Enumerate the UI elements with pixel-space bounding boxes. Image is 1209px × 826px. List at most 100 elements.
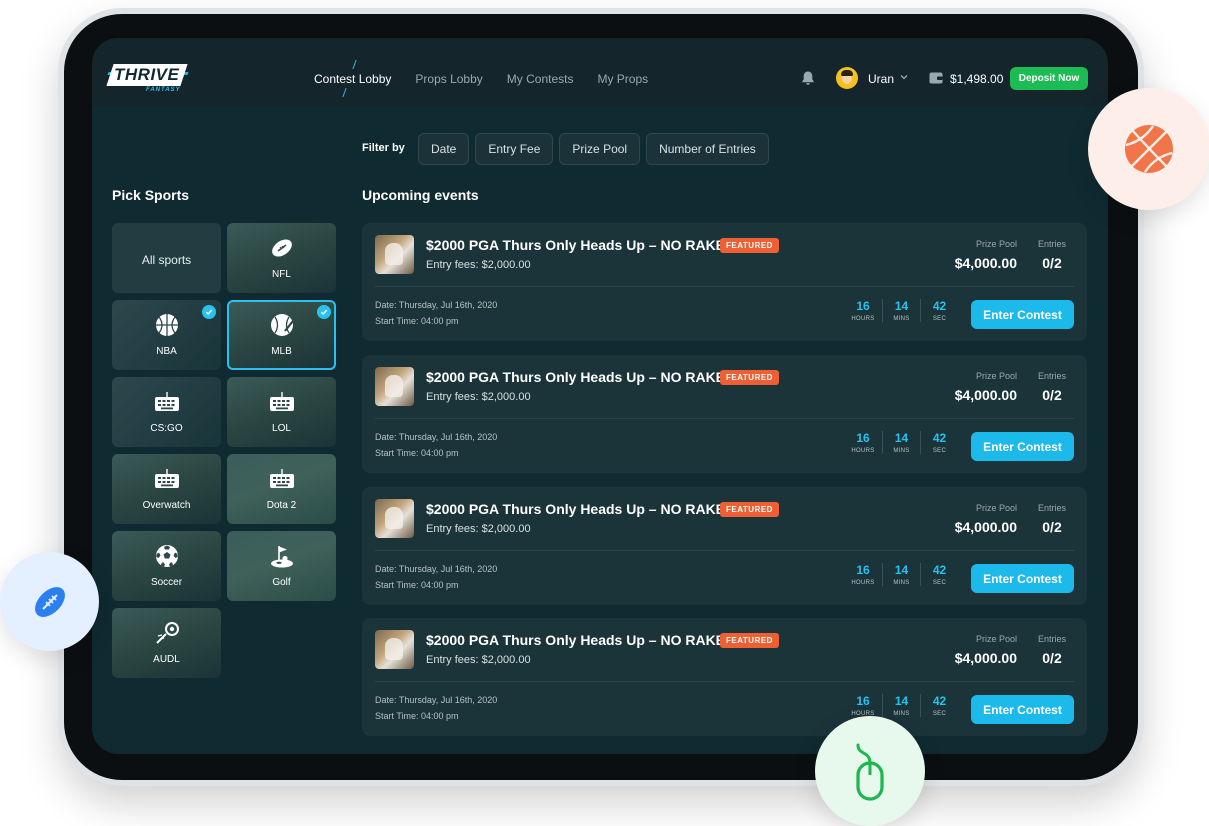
- event-date: Date: Thursday, Jul 16th, 2020: [375, 564, 498, 574]
- sport-tile-label: LOL: [272, 423, 291, 434]
- enter-contest-button[interactable]: Enter Contest: [971, 564, 1074, 593]
- sport-tile-nfl[interactable]: NFL: [227, 223, 336, 293]
- filter-date-button[interactable]: Date: [418, 133, 470, 165]
- countdown-mins: 14 MINS: [882, 694, 920, 717]
- sport-tile-mlb[interactable]: MLB: [227, 300, 336, 370]
- countdown-mins: 14 MINS: [882, 431, 920, 454]
- upcoming-events-heading: Upcoming events: [362, 187, 479, 203]
- sport-tile-csgo[interactable]: CS:GO: [112, 377, 221, 447]
- event-card: $2000 PGA Thurs Only Heads Up – NO RAKE …: [362, 618, 1087, 736]
- countdown-mins: 14 MINS: [882, 563, 920, 586]
- football-icon: [271, 239, 292, 257]
- countdown-unit: SEC: [932, 448, 947, 454]
- event-title[interactable]: $2000 PGA Thurs Only Heads Up – NO RAKE: [426, 369, 725, 385]
- event-title[interactable]: $2000 PGA Thurs Only Heads Up – NO RAKE: [426, 237, 725, 253]
- entry-fee: Entry fees: $2,000.00: [426, 259, 531, 271]
- chevron-down-icon[interactable]: [900, 73, 908, 81]
- prize-pool-value: $4,000.00: [954, 255, 1017, 271]
- entry-fee: Entry fees: $2,000.00: [426, 391, 531, 403]
- sport-tile-label: All sports: [141, 253, 192, 267]
- thrive-fantasy-logo[interactable]: THRIVE FANTASY: [106, 64, 189, 96]
- card-divider: [375, 418, 1074, 419]
- deposit-now-button[interactable]: Deposit Now: [1010, 67, 1088, 90]
- countdown-hours: 16 HOURS: [844, 694, 882, 717]
- event-date: Date: Thursday, Jul 16th, 2020: [375, 695, 498, 705]
- sport-tile-dota-2[interactable]: Dota 2: [227, 454, 336, 524]
- card-divider: [375, 286, 1074, 287]
- card-divider: [375, 681, 1074, 682]
- countdown-sec: 42 SEC: [920, 431, 958, 454]
- countdown-unit: HOURS: [851, 448, 875, 454]
- countdown-value: 42: [932, 563, 947, 577]
- enter-contest-button[interactable]: Enter Contest: [971, 300, 1074, 329]
- countdown-value: 14: [894, 694, 909, 708]
- event-title[interactable]: $2000 PGA Thurs Only Heads Up – NO RAKE: [426, 501, 725, 517]
- countdown-unit: SEC: [932, 580, 947, 586]
- sport-tile-all-sports[interactable]: All sports: [112, 223, 221, 293]
- countdown-timer: 16 HOURS 14 MINS 42 SEC: [844, 563, 958, 586]
- featured-badge: FEATURED: [720, 370, 779, 385]
- basketball-icon: [155, 314, 178, 336]
- bell-icon[interactable]: [800, 70, 816, 86]
- entry-fee: Entry fees: $2,000.00: [426, 654, 531, 666]
- event-thumbnail: [375, 235, 414, 274]
- countdown-value: 16: [856, 299, 870, 313]
- selected-check-icon: [202, 305, 216, 319]
- prize-pool-label: Prize Pool: [975, 634, 1017, 644]
- prize-pool-label: Prize Pool: [975, 239, 1017, 249]
- floating-football-bubble: [0, 552, 99, 651]
- user-name[interactable]: Uran: [868, 72, 894, 86]
- user-avatar[interactable]: [836, 67, 858, 89]
- sport-tile-label: Dota 2: [266, 500, 297, 511]
- floating-basketball-bubble: [1088, 88, 1209, 210]
- countdown-value: 16: [856, 563, 870, 577]
- filter-prize-pool-button[interactable]: Prize Pool: [559, 133, 641, 165]
- countdown-unit: MINS: [893, 316, 910, 322]
- prize-pool-label: Prize Pool: [975, 503, 1017, 513]
- app-screen: THRIVE FANTASY Contest Lobby Props Lobby…: [92, 38, 1108, 754]
- enter-contest-button[interactable]: Enter Contest: [971, 695, 1074, 724]
- sport-tile-label: Soccer: [150, 577, 183, 588]
- entries-value: 0/2: [1042, 519, 1062, 535]
- logo-subtitle: FANTASY: [146, 87, 181, 93]
- wallet-icon: [929, 72, 943, 84]
- football-icon: [34, 586, 65, 617]
- countdown-value: 42: [932, 694, 947, 708]
- soccer-ball-icon: [155, 545, 178, 567]
- nav-my-contests[interactable]: My Contests: [507, 72, 574, 86]
- countdown-unit: SEC: [932, 316, 947, 322]
- prize-pool-value: $4,000.00: [954, 387, 1017, 403]
- countdown-sec: 42 SEC: [920, 563, 958, 586]
- sport-tile-nba[interactable]: NBA: [112, 300, 221, 370]
- enter-contest-button[interactable]: Enter Contest: [971, 432, 1074, 461]
- card-divider: [375, 550, 1074, 551]
- avatar-hair: [841, 70, 853, 76]
- countdown-hours: 16 HOURS: [844, 431, 882, 454]
- entries-label: Entries: [1037, 239, 1066, 249]
- sport-tile-golf[interactable]: Golf: [227, 531, 336, 601]
- countdown-value: 16: [856, 694, 870, 708]
- nav-props-lobby[interactable]: Props Lobby: [415, 72, 482, 86]
- sport-tile-overwatch[interactable]: Overwatch: [112, 454, 221, 524]
- featured-badge: FEATURED: [720, 633, 779, 648]
- countdown-value: 42: [932, 299, 947, 313]
- event-thumbnail: [375, 367, 414, 406]
- entries-label: Entries: [1037, 634, 1066, 644]
- nav-contest-lobby[interactable]: Contest Lobby: [314, 72, 391, 86]
- selected-check-icon: [317, 305, 331, 319]
- nav-my-props[interactable]: My Props: [597, 72, 648, 86]
- entries-value: 0/2: [1042, 650, 1062, 666]
- countdown-value: 16: [856, 431, 870, 445]
- sport-tile-label: AUDL: [153, 654, 180, 665]
- sport-tile-lol[interactable]: LOL: [227, 377, 336, 447]
- keyboard-icon: [269, 469, 294, 488]
- countdown-sec: 42 SEC: [920, 299, 958, 322]
- sport-tile-audl[interactable]: AUDL: [112, 608, 221, 678]
- event-start-time: Start Time: 04:00 pm: [375, 711, 459, 721]
- filter-entry-fee-button[interactable]: Entry Fee: [475, 133, 554, 165]
- event-date: Date: Thursday, Jul 16th, 2020: [375, 300, 498, 310]
- golf-icon: [270, 546, 293, 568]
- event-title[interactable]: $2000 PGA Thurs Only Heads Up – NO RAKE: [426, 632, 725, 648]
- filter-number-of-entries-button[interactable]: Number of Entries: [646, 133, 769, 165]
- sport-tile-soccer[interactable]: Soccer: [112, 531, 221, 601]
